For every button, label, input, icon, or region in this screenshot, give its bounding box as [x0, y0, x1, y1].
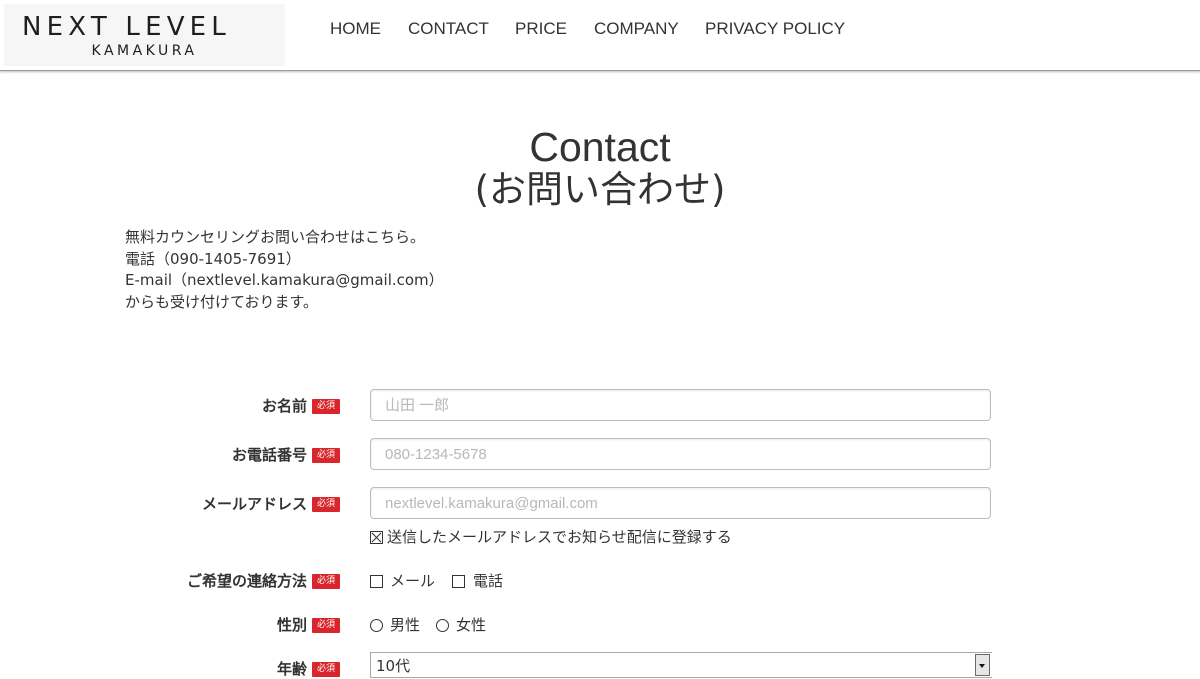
gender-female-radio[interactable] — [436, 619, 449, 632]
logo[interactable]: NEXT LEVEL KAMAKURA — [4, 4, 285, 66]
required-badge: 必須 — [312, 574, 340, 589]
email-label: メールアドレス — [201, 495, 307, 513]
subscribe-checkbox[interactable] — [370, 531, 383, 544]
name-label: お名前 — [261, 397, 307, 415]
contact-phone-checkbox[interactable] — [452, 575, 465, 588]
nav-privacy-policy[interactable]: PRIVACY POLICY — [705, 19, 845, 39]
nav-price[interactable]: PRICE — [515, 19, 567, 39]
gender-male-label: 男性 — [390, 616, 421, 634]
gender-label: 性別 — [276, 616, 307, 634]
age-select[interactable]: 10代 — [370, 652, 992, 678]
nav-contact[interactable]: CONTACT — [408, 19, 489, 39]
name-input[interactable] — [370, 389, 991, 421]
intro-line: E-mail（nextlevel.kamakura@gmail.com） — [125, 271, 444, 290]
age-label: 年齢 — [276, 660, 307, 678]
intro-text: 無料カウンセリングお問い合わせはこちら。 電話（090-1405-7691） E… — [125, 227, 444, 313]
page-subtitle: (お問い合わせ) — [474, 168, 726, 211]
required-badge: 必須 — [312, 399, 340, 414]
contact-mail-checkbox[interactable] — [370, 575, 383, 588]
nav-company[interactable]: COMPANY — [594, 19, 679, 39]
intro-line: 電話（090-1405-7691） — [125, 249, 301, 268]
contact-phone-label: 電話 — [473, 572, 504, 590]
required-badge: 必須 — [312, 618, 340, 633]
contact-mail-label: メール — [390, 572, 436, 590]
email-input[interactable] — [370, 487, 991, 519]
intro-line: からも受け付けております。 — [125, 292, 319, 311]
subscribe-label: 送信したメールアドレスでお知らせ配信に登録する — [387, 528, 732, 546]
logo-sub-text: KAMAKURA — [91, 43, 198, 59]
page-title: Contact — [529, 124, 671, 170]
intro-line: 無料カウンセリングお問い合わせはこちら。 — [125, 228, 426, 246]
gender-male-radio[interactable] — [370, 619, 383, 632]
required-badge: 必須 — [312, 662, 340, 677]
nav-home[interactable]: HOME — [330, 19, 381, 39]
contact-method-label: ご希望の連絡方法 — [186, 572, 307, 590]
required-badge: 必須 — [312, 448, 340, 463]
gender-female-label: 女性 — [456, 616, 487, 634]
chevron-down-icon[interactable] — [975, 654, 990, 676]
site-header: NEXT LEVEL KAMAKURA HOME CONTACT PRICE C… — [0, 0, 1200, 71]
logo-main-text: NEXT LEVEL — [22, 12, 231, 42]
required-badge: 必須 — [312, 497, 340, 512]
phone-input[interactable] — [370, 438, 991, 470]
phone-label: お電話番号 — [231, 446, 307, 464]
